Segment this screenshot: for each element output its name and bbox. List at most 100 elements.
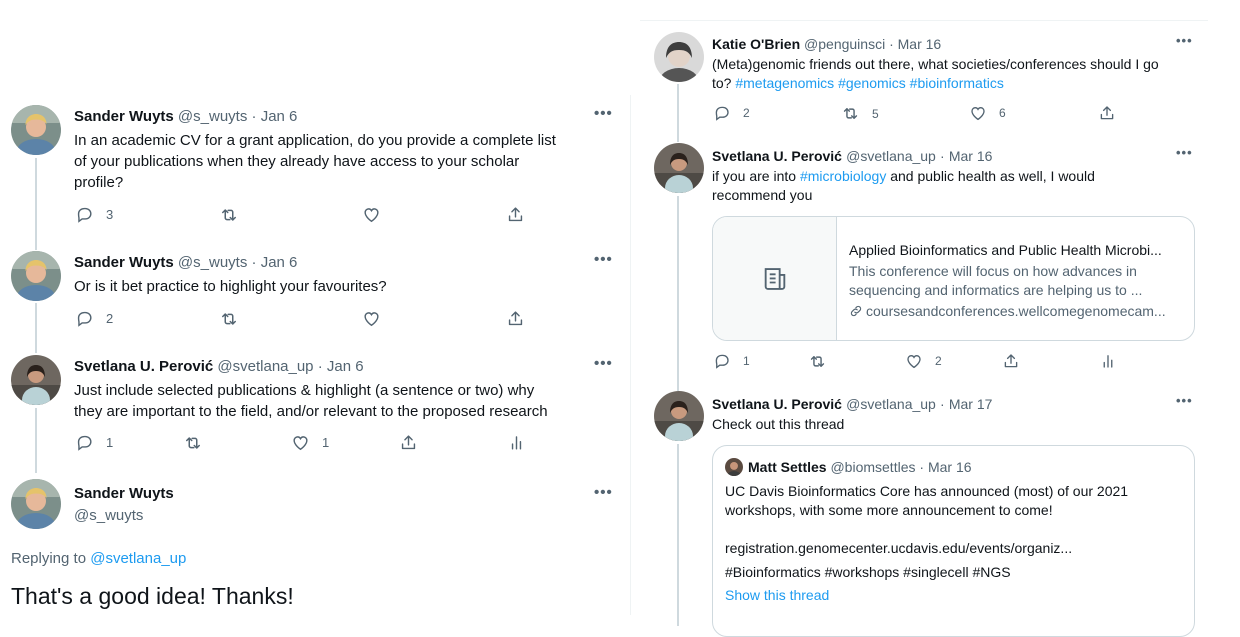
quoted-author-name[interactable]: Matt Settles — [748, 459, 827, 475]
avatar[interactable] — [11, 355, 61, 405]
avatar[interactable] — [654, 391, 704, 441]
like-button[interactable] — [362, 309, 381, 328]
quoted-avatar[interactable] — [725, 458, 743, 476]
tweet-date[interactable]: Jan 6 — [261, 254, 298, 271]
author-handle[interactable]: @s_wuyts — [74, 506, 143, 526]
retweet-icon — [219, 309, 239, 329]
hashtag[interactable]: #bioinformatics — [910, 75, 1004, 91]
author-name[interactable]: Sander Wuyts — [74, 254, 174, 271]
quoted-author-handle[interactable]: @biomsettles — [830, 459, 915, 475]
more-icon[interactable]: ••• — [594, 484, 613, 501]
quoted-url[interactable]: registration.genomecenter.ucdavis.edu/ev… — [725, 538, 1072, 559]
panel-divider — [630, 95, 631, 615]
share-button[interactable] — [1002, 352, 1020, 370]
like-button[interactable] — [362, 205, 381, 224]
tweet-text-line: to? #metagenomics #genomics #bioinformat… — [712, 73, 1004, 94]
share-icon — [1098, 104, 1116, 122]
tweet-text-line: profile? — [74, 174, 124, 191]
avatar[interactable] — [654, 143, 704, 193]
thread-line — [677, 84, 679, 142]
author-name[interactable]: Svetlana U. Perović — [712, 396, 842, 412]
reply-count: 1 — [106, 435, 114, 450]
replying-prefix: Replying to — [11, 550, 87, 567]
more-icon[interactable]: ••• — [1176, 145, 1193, 160]
tweet-date[interactable]: Mar 16 — [949, 148, 993, 164]
author-name[interactable]: Katie O'Brien — [712, 36, 800, 52]
author-handle[interactable]: @s_wuyts — [178, 254, 247, 271]
author-handle[interactable]: @svetlana_up — [846, 148, 936, 164]
share-icon — [506, 205, 525, 224]
tweet-text-line: recommend you — [712, 187, 813, 203]
quoted-date[interactable]: Mar 16 — [928, 459, 972, 475]
author-handle[interactable]: @penguinsci — [804, 36, 885, 52]
reply-button[interactable]: 1 — [713, 352, 750, 370]
reply-button[interactable]: 2 — [713, 104, 750, 122]
reply-icon — [75, 205, 94, 224]
like-button[interactable]: 2 — [905, 352, 942, 370]
avatar[interactable] — [11, 479, 61, 529]
reply-button[interactable]: 2 — [75, 309, 113, 328]
author-name[interactable]: Svetlana U. Perović — [74, 358, 213, 375]
thread-line — [677, 196, 679, 391]
share-button[interactable] — [1098, 104, 1116, 122]
share-icon — [399, 433, 418, 452]
more-icon[interactable]: ••• — [1176, 393, 1193, 408]
tweet-date[interactable]: Jan 6 — [261, 108, 298, 125]
hashtag[interactable]: #metagenomics — [735, 75, 834, 91]
author-handle[interactable]: @svetlana_up — [217, 358, 313, 375]
link-card[interactable]: Applied Bioinformatics and Public Health… — [712, 216, 1195, 341]
share-button[interactable] — [506, 309, 525, 328]
quoted-hashtags: #Bioinformatics #workshops #singlecell #… — [725, 564, 1011, 580]
analytics-button[interactable] — [507, 433, 526, 452]
more-icon[interactable]: ••• — [594, 355, 613, 372]
author-name[interactable]: Svetlana U. Perović — [712, 148, 842, 164]
share-button[interactable] — [399, 433, 418, 452]
tweet-header: Svetlana U. Perović @svetlana_up · Mar 1… — [712, 394, 992, 415]
replying-handle[interactable]: @svetlana_up — [90, 550, 186, 567]
analytics-icon — [507, 433, 526, 452]
hashtag[interactable]: #microbiology — [800, 168, 886, 184]
avatar[interactable] — [11, 251, 61, 301]
author-handle[interactable]: @svetlana_up — [846, 396, 936, 412]
share-icon — [506, 309, 525, 328]
tweet-date[interactable]: Mar 16 — [898, 36, 942, 52]
retweet-button[interactable] — [808, 352, 827, 371]
author-name[interactable]: Sander Wuyts — [74, 484, 174, 504]
more-icon[interactable]: ••• — [594, 105, 613, 122]
tweet-date[interactable]: Mar 17 — [949, 396, 993, 412]
show-thread-link[interactable]: Show this thread — [725, 585, 829, 606]
like-button[interactable]: 1 — [291, 433, 329, 452]
more-icon[interactable]: ••• — [1176, 33, 1193, 48]
retweet-button[interactable] — [183, 433, 203, 453]
retweet-button[interactable]: 5 — [841, 104, 879, 123]
link-card-thumbnail — [713, 217, 837, 340]
quoted-tweet[interactable]: Matt Settles @biomsettles · Mar 16 UC Da… — [712, 445, 1195, 637]
tweet-header: Svetlana U. Perović @svetlana_up · Jan 6 — [74, 357, 364, 377]
share-icon — [1002, 352, 1020, 370]
thread-line — [677, 444, 679, 626]
like-icon — [362, 309, 381, 328]
avatar[interactable] — [654, 32, 704, 82]
like-button[interactable]: 6 — [969, 104, 1006, 122]
reply-count: 3 — [106, 207, 114, 222]
author-handle[interactable]: @s_wuyts — [178, 108, 247, 125]
more-icon[interactable]: ••• — [594, 251, 613, 268]
top-divider — [640, 20, 1208, 21]
avatar[interactable] — [11, 105, 61, 155]
retweet-button[interactable] — [219, 309, 239, 329]
separator: · — [940, 148, 945, 164]
reply-icon — [75, 433, 94, 452]
thread-line — [35, 408, 37, 473]
reply-button[interactable]: 3 — [75, 205, 113, 224]
retweet-button[interactable] — [219, 205, 239, 225]
tweet-date[interactable]: Jan 6 — [327, 358, 364, 375]
share-button[interactable] — [506, 205, 525, 224]
like-icon — [905, 352, 923, 370]
link-card-description: sequencing and informatics are helping u… — [849, 282, 1143, 298]
analytics-button[interactable] — [1099, 352, 1117, 370]
retweet-icon — [841, 104, 860, 123]
reply-icon — [75, 309, 94, 328]
author-name[interactable]: Sander Wuyts — [74, 108, 174, 125]
reply-button[interactable]: 1 — [75, 433, 113, 452]
hashtag[interactable]: #genomics — [838, 75, 906, 91]
